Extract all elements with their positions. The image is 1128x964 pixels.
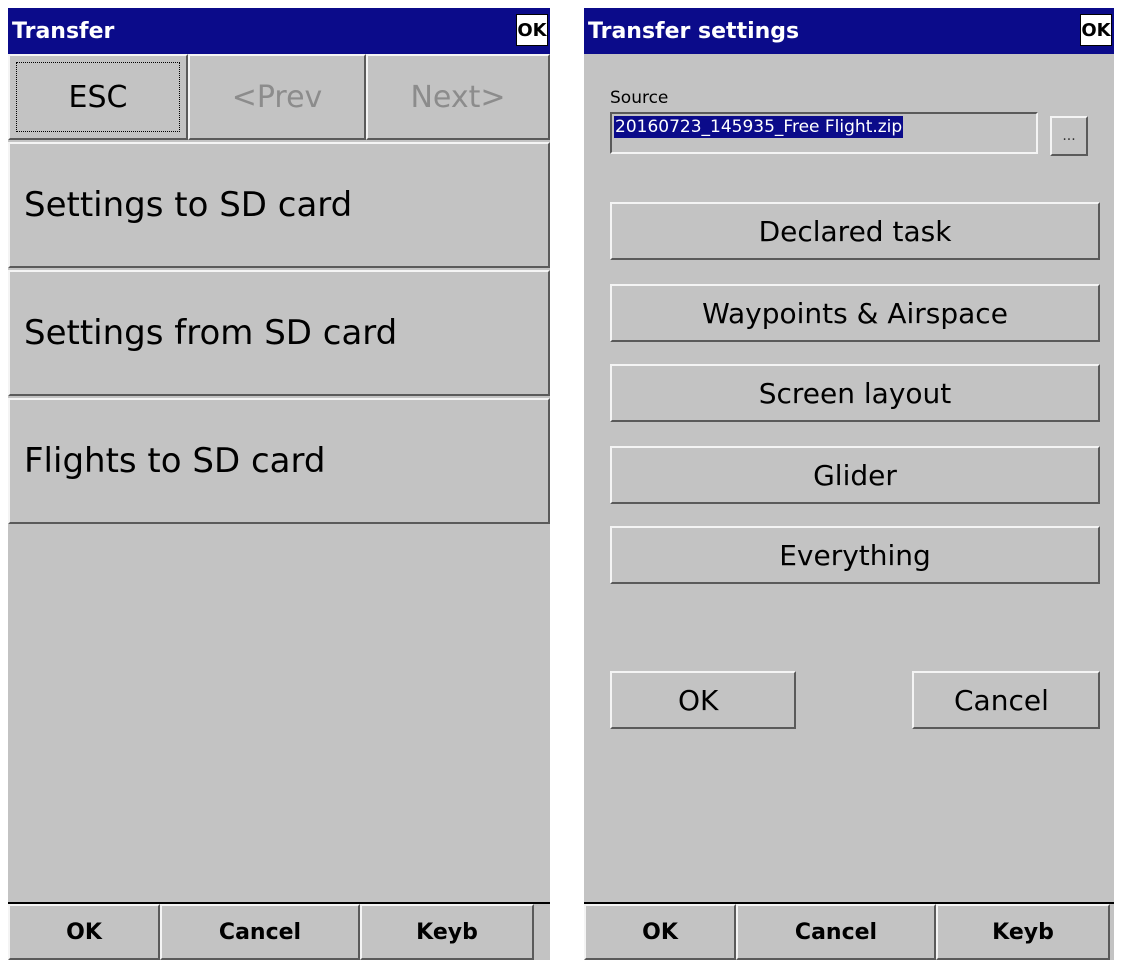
- dialog-ok-button[interactable]: OK: [610, 671, 796, 729]
- title-bar: Transfer settings OK: [584, 8, 1114, 54]
- next-button-label: Next>: [410, 79, 506, 115]
- softkey-ok-label: OK: [642, 919, 678, 945]
- prev-button[interactable]: <Prev: [188, 54, 366, 140]
- option-label: Waypoints & Airspace: [702, 296, 1008, 330]
- menu-item-label: Settings to SD card: [24, 185, 353, 225]
- menu-item-settings-from-sd-card[interactable]: Settings from SD card: [8, 270, 550, 396]
- menu-item-label: Flights to SD card: [24, 441, 326, 481]
- option-label: Everything: [779, 538, 931, 572]
- option-label: Screen layout: [758, 376, 952, 410]
- glider-button[interactable]: Glider: [610, 446, 1100, 504]
- bottom-softkey-bar: OK Cancel Keyb: [8, 902, 550, 960]
- window-title: Transfer settings: [588, 19, 800, 44]
- bottom-softkey-bar: OK Cancel Keyb: [584, 902, 1114, 960]
- softkey-keyb-label: Keyb: [416, 919, 478, 945]
- screen-layout-button[interactable]: Screen layout: [610, 364, 1100, 422]
- softkey-cancel-button[interactable]: Cancel: [736, 904, 936, 960]
- esc-button[interactable]: ESC: [8, 54, 188, 140]
- everything-button[interactable]: Everything: [610, 526, 1100, 584]
- title-bar: Transfer OK: [8, 8, 550, 54]
- option-label: Glider: [813, 458, 897, 492]
- next-button[interactable]: Next>: [366, 54, 550, 140]
- softkey-ok-button[interactable]: OK: [584, 904, 736, 960]
- menu-item-flights-to-sd-card[interactable]: Flights to SD card: [8, 398, 550, 524]
- waypoints-airspace-button[interactable]: Waypoints & Airspace: [610, 284, 1100, 342]
- softkey-cancel-button[interactable]: Cancel: [160, 904, 360, 960]
- softkey-ok-label: OK: [66, 919, 102, 945]
- softkey-ok-button[interactable]: OK: [8, 904, 160, 960]
- dialog-cancel-label: Cancel: [954, 683, 1049, 717]
- softkey-keyb-label: Keyb: [992, 919, 1054, 945]
- softkey-cancel-label: Cancel: [218, 919, 302, 945]
- title-ok-button[interactable]: OK: [516, 14, 548, 46]
- navigation-toolbar: ESC <Prev Next>: [8, 54, 550, 140]
- softkey-keyb-button[interactable]: Keyb: [936, 904, 1110, 960]
- option-label: Declared task: [758, 214, 952, 248]
- transfer-screen: Transfer OK ESC <Prev Next> Settings to …: [8, 8, 550, 960]
- menu-item-settings-to-sd-card[interactable]: Settings to SD card: [8, 142, 550, 268]
- dialog-ok-label: OK: [678, 683, 719, 717]
- source-label: Source: [610, 88, 669, 108]
- title-ok-button[interactable]: OK: [1080, 14, 1112, 46]
- softkey-keyb-button[interactable]: Keyb: [360, 904, 534, 960]
- browse-button[interactable]: ...: [1050, 116, 1088, 156]
- declared-task-button[interactable]: Declared task: [610, 202, 1100, 260]
- focus-indicator: [16, 62, 180, 132]
- menu-item-label: Settings from SD card: [24, 313, 398, 353]
- softkey-cancel-label: Cancel: [794, 919, 878, 945]
- window-title: Transfer: [12, 19, 115, 44]
- dialog-cancel-button[interactable]: Cancel: [912, 671, 1100, 729]
- transfer-settings-screen: Transfer settings OK Source 20160723_145…: [584, 8, 1114, 960]
- source-value: 20160723_145935_Free Flight.zip: [614, 116, 904, 138]
- prev-button-label: <Prev: [231, 79, 323, 115]
- source-field[interactable]: 20160723_145935_Free Flight.zip: [610, 112, 1038, 154]
